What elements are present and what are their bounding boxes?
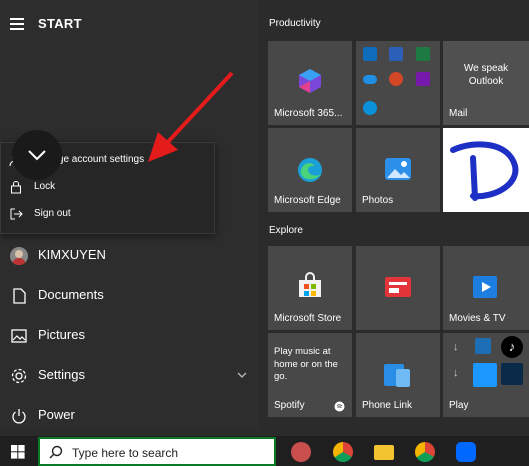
tile-photos[interactable]: Photos [356,128,440,212]
windows-start-icon[interactable] [11,445,25,459]
productivity-section-label: Productivity [269,18,321,29]
paint-icon[interactable] [291,442,311,462]
tile-spotify[interactable]: Play music at home or on the go. Spotify [268,333,352,417]
microsoft365-icon [299,69,321,93]
tile-phone-link[interactable]: Phone Link [356,333,440,417]
nav-pictures[interactable]: Pictures [0,318,258,354]
overlay-circle [12,130,62,180]
word-icon [389,47,403,61]
solitaire-icon [475,338,491,354]
microsoft365-label: Microsoft 365... [274,108,343,119]
nav-power-label: Power [38,407,75,422]
phone-link-label: Phone Link [362,400,413,411]
spotify-icon [334,401,345,412]
phone-link-icon [384,364,410,387]
movies-tv-icon [473,276,497,298]
microsoft-store-label: Microsoft Store [274,313,342,324]
taskbar-search-box[interactable]: Type here to search [38,437,276,466]
zalo-icon[interactable] [456,442,476,462]
gear-icon [11,368,27,384]
chevron-down-icon[interactable] [237,371,247,379]
avatar [10,247,28,265]
sign-out-item[interactable]: Sign out [1,202,214,228]
excel-icon [416,47,430,61]
tile-office-apps[interactable] [356,41,440,125]
nav-documents[interactable]: Documents [0,278,258,314]
tile-mail[interactable]: We speak Outlook Mail [443,41,529,125]
nav-power[interactable]: Power [0,398,258,434]
chrome-icon[interactable] [415,442,435,462]
nav-settings-label: Settings [38,367,85,382]
nav-pictures-label: Pictures [38,327,85,342]
chevron-down-icon [28,150,46,161]
chrome-icon[interactable] [333,442,353,462]
download-icon: ↓ [453,367,459,379]
lock-icon [11,181,21,194]
tile-edge[interactable]: Microsoft Edge [268,128,352,212]
powerpoint-icon [389,72,403,86]
tiktok-icon: ♪ [501,336,523,358]
hamburger-menu-icon[interactable] [10,18,24,30]
edge-label: Microsoft Edge [274,195,341,206]
power-icon [12,409,26,424]
file-explorer-icon[interactable] [374,445,394,460]
tile-movies-tv[interactable]: Movies & TV [443,246,529,330]
document-icon [13,288,26,304]
picture-icon [11,329,27,343]
tile-microsoft365[interactable]: Microsoft 365... [268,41,352,125]
tile-microsoft-store[interactable]: Microsoft Store [268,246,352,330]
photos-icon [385,158,411,180]
edge-icon [298,158,322,182]
nav-documents-label: Documents [38,287,104,302]
nav-settings[interactable]: Settings [0,358,258,394]
start-title: START [38,16,82,31]
outlook-icon [363,47,377,61]
lock-label: Lock [34,181,56,192]
tile-play[interactable]: ↓ ♪ ↓ Play [443,333,529,417]
onedrive-icon [363,75,377,84]
tile-news[interactable] [356,246,440,330]
store-icon [299,272,321,297]
disney-logo-icon [450,141,519,201]
download-icon: ↓ [453,341,459,353]
news-icon [385,277,411,297]
spotify-label: Spotify [274,400,305,411]
photos-label: Photos [362,195,394,206]
search-placeholder: Type here to search [72,446,179,460]
skype-icon [363,101,377,115]
explore-section-label: Explore [269,225,303,236]
sign-out-label: Sign out [34,208,71,219]
tile-disney[interactable] [443,128,529,212]
prime-video-icon [473,363,497,387]
photoshop-express-icon [501,363,523,385]
mail-label: Mail [449,108,468,119]
user-name: KIMXUYEN [38,247,106,262]
play-label: Play [449,400,469,411]
sign-out-icon [10,208,23,220]
mail-promo-text: We speak Outlook [463,63,509,87]
search-icon [49,445,63,459]
user-account-button[interactable]: KIMXUYEN [0,238,258,274]
spotify-promo-text: Play music at home or on the go. [274,346,338,382]
movies-tv-label: Movies & TV [449,313,506,324]
onenote-icon [416,72,430,86]
red-arrow-annotation [148,71,234,162]
